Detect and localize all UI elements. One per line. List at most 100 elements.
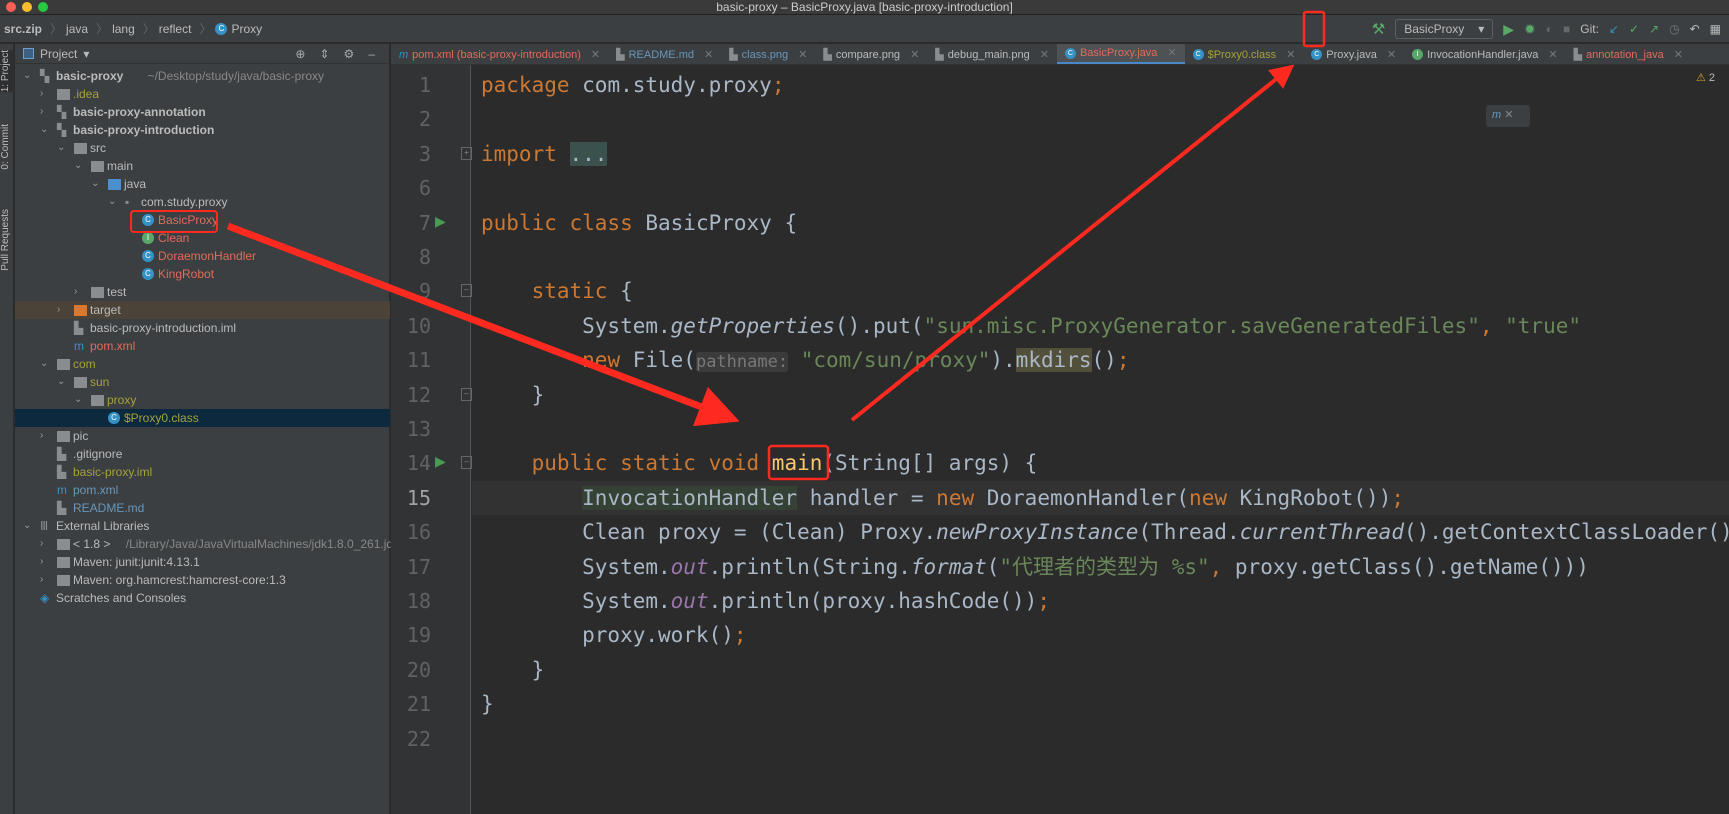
gear-icon[interactable]: ⚙ xyxy=(344,47,355,61)
maximize-window-button[interactable] xyxy=(38,2,48,12)
breadcrumb-item[interactable]: reflect xyxy=(159,22,192,36)
tree-item[interactable]: ⌄ Ⅲ External Libraries xyxy=(15,517,390,535)
editor-tab[interactable]: C $Proxy0.class ✕ xyxy=(1185,44,1304,65)
tree-item[interactable]: ⌄ main xyxy=(15,157,390,175)
chevron-right-icon[interactable]: › xyxy=(40,85,50,103)
tree-item[interactable]: › ▚ basic-proxy-annotation xyxy=(15,103,390,121)
code-editor[interactable]: ⚠ 2 m ✕ package com.study.proxy; import .… xyxy=(472,65,1729,814)
tree-item[interactable]: › Maven: junit:junit:4.13.1 xyxy=(15,553,390,571)
project-structure-icon[interactable]: ▦ xyxy=(1710,22,1721,36)
chevron-right-icon[interactable]: › xyxy=(74,283,84,301)
editor-tab[interactable]: C Proxy.java ✕ xyxy=(1303,44,1404,65)
chevron-down-icon[interactable]: ▾ xyxy=(83,47,89,61)
tree-item[interactable]: ⌄ ▚ basic-proxy ~/Desktop/study/java/basic-… xyxy=(15,67,390,85)
fold-icon[interactable]: – xyxy=(461,387,472,401)
tree-item[interactable]: ◈ Scratches and Consoles xyxy=(15,589,390,607)
editor-tab[interactable]: ▙ annotation_java ✕ xyxy=(1566,44,1691,65)
tree-item[interactable]: I Clean xyxy=(15,229,390,247)
close-tab-icon[interactable]: ✕ xyxy=(1387,45,1396,65)
code-token[interactable]: ... xyxy=(569,141,608,166)
tree-item[interactable]: ⌄ ▚ basic-proxy-introduction xyxy=(15,121,390,139)
close-tab-icon[interactable]: ✕ xyxy=(1548,45,1557,65)
chevron-down-icon[interactable]: ⌄ xyxy=(108,193,118,211)
chevron-right-icon[interactable]: › xyxy=(40,535,50,553)
tree-item[interactable]: ⌄ sun xyxy=(15,373,390,391)
run-with-coverage-icon[interactable]: ◐ xyxy=(1546,22,1553,36)
close-tab-icon[interactable]: ✕ xyxy=(1167,44,1176,63)
fold-icon[interactable]: – xyxy=(461,456,472,470)
tree-item[interactable]: m pom.xml xyxy=(15,337,390,355)
rollback-icon[interactable]: ↶ xyxy=(1690,22,1700,36)
git-push-icon[interactable]: ↗ xyxy=(1649,22,1659,36)
run-configuration-select[interactable]: BasicProxy ▾ xyxy=(1395,19,1494,39)
tree-item[interactable]: ⌄ proxy xyxy=(15,391,390,409)
commit-tool-tab[interactable]: 0: Commit xyxy=(0,124,14,170)
tree-item[interactable]: › .idea xyxy=(15,85,390,103)
tree-item[interactable]: ▙ README.md xyxy=(15,499,390,517)
editor-tab[interactable]: ▙ debug_main.png ✕ xyxy=(927,44,1057,64)
run-gutter-icon[interactable]: ▶ xyxy=(435,213,446,230)
collapse-all-icon[interactable]: ⇕ xyxy=(319,47,329,61)
chevron-down-icon[interactable]: ⌄ xyxy=(23,67,33,85)
hide-panel-icon[interactable]: – xyxy=(368,47,375,61)
editor-tab[interactable]: ▙ README.md ✕ xyxy=(608,44,721,65)
fold-icon[interactable]: + xyxy=(461,146,472,160)
tree-item[interactable]: › target xyxy=(15,301,390,319)
close-icon[interactable]: ✕ xyxy=(1504,109,1513,121)
chevron-down-icon[interactable]: ⌄ xyxy=(40,121,50,139)
close-tab-icon[interactable]: ✕ xyxy=(1286,45,1295,65)
tree-item[interactable]: C DoraemonHandler xyxy=(15,247,390,265)
pull-requests-tool-tab[interactable]: Pull Requests xyxy=(0,209,14,271)
tree-item[interactable]: C $Proxy0.class xyxy=(15,409,390,427)
project-view-select[interactable]: Project xyxy=(40,47,77,61)
run-gutter-icon[interactable]: ▶ xyxy=(435,453,446,470)
chevron-down-icon[interactable]: ⌄ xyxy=(23,517,33,535)
git-commit-icon[interactable]: ✓ xyxy=(1629,22,1639,36)
editor-tab[interactable]: C BasicProxy.java ✕ xyxy=(1056,44,1185,64)
git-update-icon[interactable]: ↙ xyxy=(1609,22,1619,36)
tree-item[interactable]: ▙ basic-proxy.iml xyxy=(15,463,390,481)
close-tab-icon[interactable]: ✕ xyxy=(591,45,600,65)
chevron-right-icon[interactable]: › xyxy=(40,427,50,445)
tree-item[interactable]: › Maven: org.hamcrest:hamcrest-core:1.3 xyxy=(15,571,390,589)
run-icon[interactable]: ▶ xyxy=(1503,21,1514,38)
git-history-icon[interactable]: ◷ xyxy=(1669,22,1679,36)
tree-item[interactable]: › test xyxy=(15,283,390,301)
tree-item[interactable]: ▙ .gitignore xyxy=(15,445,390,463)
close-window-button[interactable] xyxy=(6,2,16,12)
chevron-right-icon[interactable]: › xyxy=(40,571,50,589)
minimize-window-button[interactable] xyxy=(22,2,32,12)
editor-tab[interactable]: I InvocationHandler.java ✕ xyxy=(1404,44,1566,65)
breadcrumb-item[interactable]: lang xyxy=(112,22,135,36)
breadcrumb-item[interactable]: Proxy xyxy=(231,22,262,36)
tree-item[interactable]: m pom.xml xyxy=(15,481,390,499)
maven-icon[interactable]: m xyxy=(1492,109,1501,121)
tree-item[interactable]: ⌄ com xyxy=(15,355,390,373)
locate-file-icon[interactable]: ⊕ xyxy=(295,47,305,61)
chevron-down-icon[interactable]: ⌄ xyxy=(57,139,67,157)
tree-item[interactable]: › < 1.8 > /Library/Java/JavaVirtualMachine… xyxy=(15,535,411,553)
breadcrumb-item[interactable]: java xyxy=(66,22,88,36)
chevron-right-icon[interactable]: › xyxy=(40,103,50,121)
tree-item[interactable]: ▙ basic-proxy-introduction.iml xyxy=(15,319,390,337)
close-tab-icon[interactable]: ✕ xyxy=(704,45,713,65)
project-tool-tab[interactable]: 1: Project xyxy=(0,50,14,93)
chevron-right-icon[interactable]: › xyxy=(57,301,67,319)
warnings-indicator[interactable]: ⚠ 2 xyxy=(1696,71,1715,84)
editor-tab[interactable]: ▙ class.png ✕ xyxy=(721,44,815,65)
fold-icon[interactable]: – xyxy=(461,284,472,298)
close-tab-icon[interactable]: ✕ xyxy=(1674,45,1683,65)
breadcrumb-item[interactable]: src.zip xyxy=(4,22,42,36)
tree-item[interactable]: › pic xyxy=(15,427,390,445)
debug-bug-icon[interactable]: ✹ xyxy=(1524,21,1536,38)
chevron-right-icon[interactable]: › xyxy=(40,553,50,571)
tree-item[interactable]: C KingRobot xyxy=(15,265,390,283)
close-tab-icon[interactable]: ✕ xyxy=(798,45,807,65)
chevron-down-icon[interactable]: ⌄ xyxy=(40,355,50,373)
editor-tab[interactable]: ▙ compare.png ✕ xyxy=(815,44,927,64)
chevron-down-icon[interactable]: ⌄ xyxy=(74,391,84,409)
chevron-down-icon[interactable]: ⌄ xyxy=(57,373,67,391)
tree-item[interactable]: ⌄ ▪ com.study.proxy xyxy=(15,193,390,211)
build-hammer-icon[interactable]: ⚒ xyxy=(1372,20,1385,38)
maven-reload-popup[interactable]: m ✕ xyxy=(1486,105,1530,127)
